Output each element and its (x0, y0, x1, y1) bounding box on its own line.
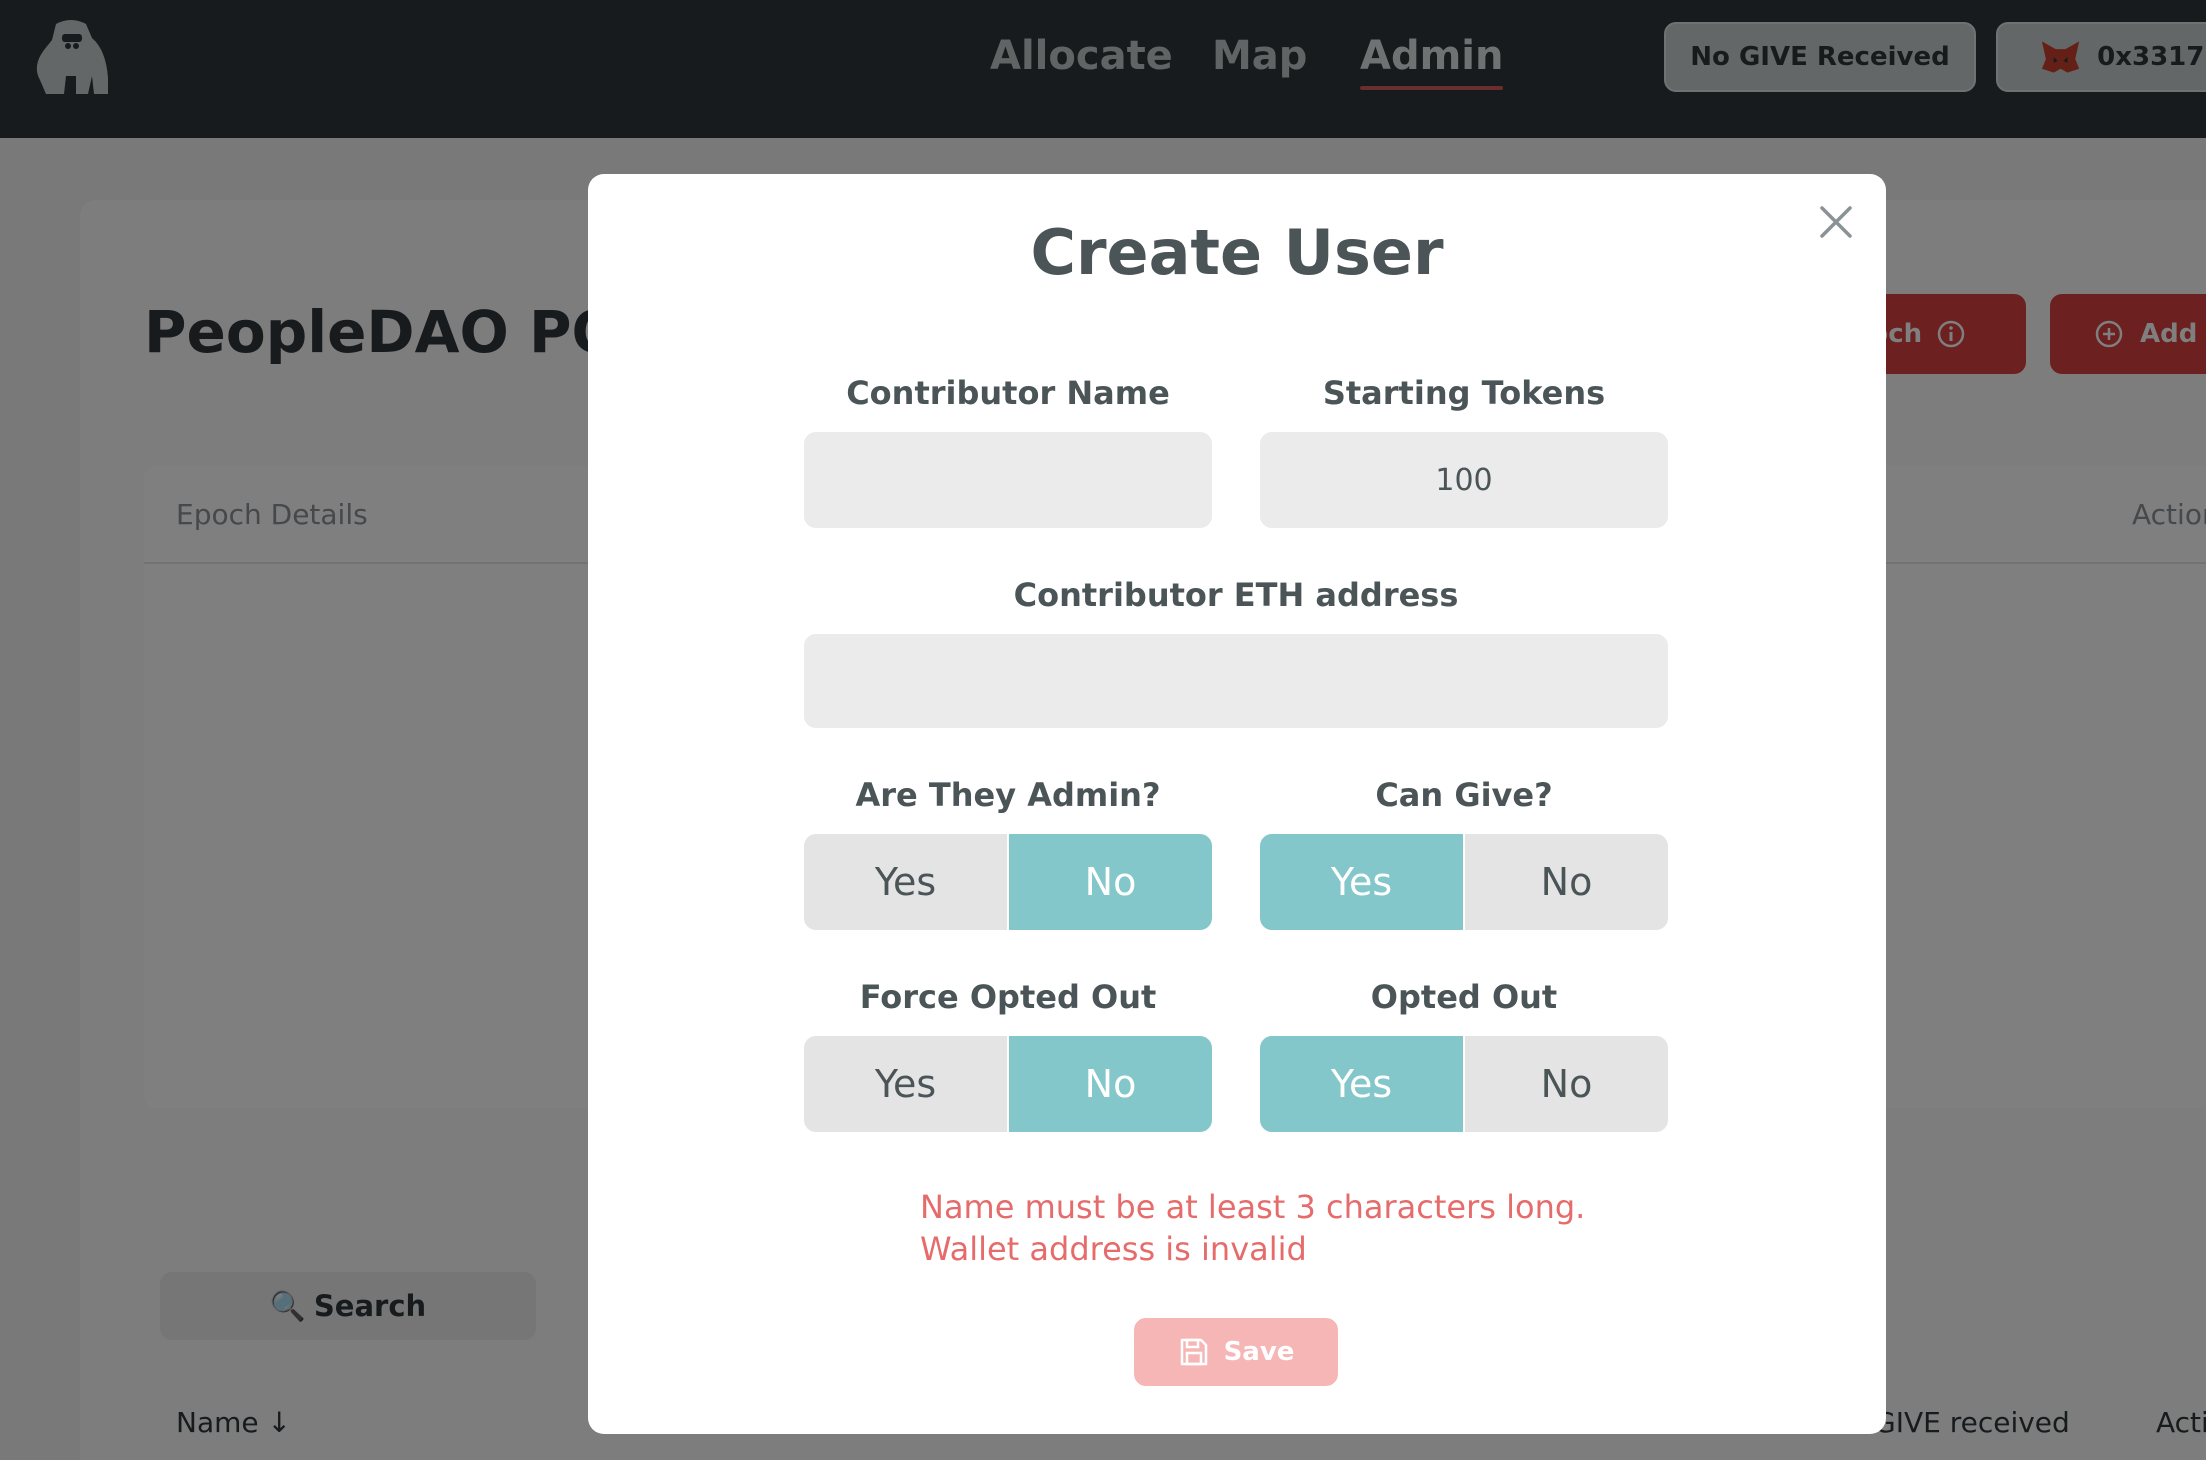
save-label: Save (1223, 1337, 1295, 1367)
starting-tokens-label: Starting Tokens (1322, 374, 1606, 412)
can-give-yes-option[interactable]: Yes (1260, 834, 1463, 930)
force-opted-out-yes-option[interactable]: Yes (804, 1036, 1007, 1132)
validation-errors: Name must be at least 3 characters long.… (920, 1186, 1585, 1270)
admin-yes-option[interactable]: Yes (804, 834, 1007, 930)
force-opted-out-toggle: Yes No (804, 1036, 1212, 1132)
eth-address-input[interactable] (804, 634, 1668, 728)
eth-address-label: Contributor ETH address (1013, 576, 1459, 614)
contributor-name-input[interactable] (804, 432, 1212, 528)
opted-out-no-option[interactable]: No (1463, 1036, 1668, 1132)
opted-out-label: Opted Out (1370, 978, 1558, 1016)
can-give-toggle: Yes No (1260, 834, 1668, 930)
opted-out-toggle: Yes No (1260, 1036, 1668, 1132)
admin-toggle: Yes No (804, 834, 1212, 930)
name-error: Name must be at least 3 characters long. (920, 1188, 1586, 1226)
modal-title: Create User (1030, 216, 1444, 289)
save-disk-icon (1180, 1338, 1207, 1366)
contributor-name-label: Contributor Name (846, 374, 1170, 412)
save-button[interactable]: Save (1134, 1318, 1338, 1386)
wallet-error: Wallet address is invalid (920, 1230, 1307, 1268)
starting-tokens-input[interactable] (1260, 432, 1668, 528)
can-give-no-option[interactable]: No (1463, 834, 1668, 930)
force-opted-out-label: Force Opted Out (859, 978, 1157, 1016)
admin-toggle-label: Are They Admin? (855, 776, 1161, 814)
force-opted-out-no-option[interactable]: No (1007, 1036, 1212, 1132)
can-give-toggle-label: Can Give? (1375, 776, 1553, 814)
admin-no-option[interactable]: No (1007, 834, 1212, 930)
opted-out-yes-option[interactable]: Yes (1260, 1036, 1463, 1132)
